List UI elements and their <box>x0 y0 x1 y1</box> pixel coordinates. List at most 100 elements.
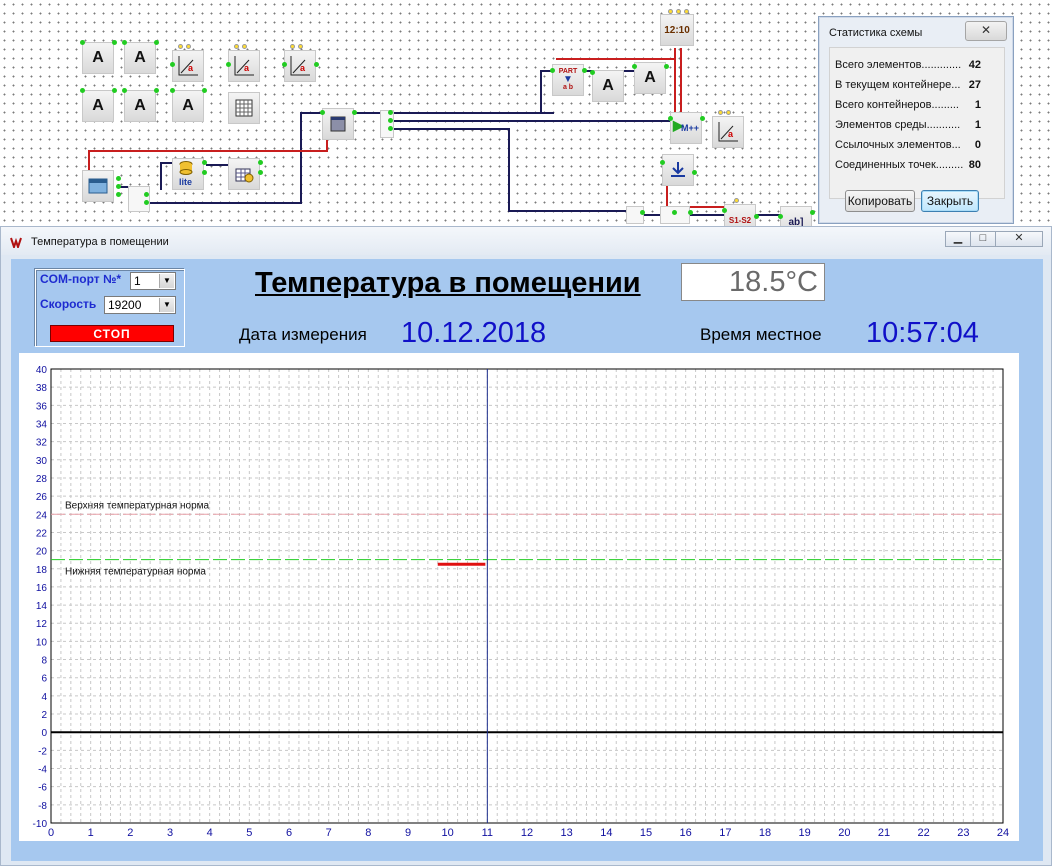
x-tick-label: 2 <box>127 827 133 839</box>
wire-red <box>680 48 682 114</box>
x-tick-label: 17 <box>719 827 731 839</box>
pin <box>640 210 645 215</box>
text-block[interactable]: A <box>634 62 666 94</box>
window-icon <box>88 178 108 194</box>
mpp-block[interactable]: ▶ M++ <box>670 112 702 144</box>
wire <box>206 164 228 166</box>
speed-select[interactable]: 19200 ▼ <box>104 296 176 314</box>
pin <box>112 40 117 45</box>
pin <box>632 64 637 69</box>
pin <box>170 62 175 67</box>
wire <box>540 70 542 114</box>
splitter-block[interactable] <box>626 206 644 224</box>
pin <box>672 210 677 215</box>
time-label: Время местное <box>700 325 822 344</box>
text-block[interactable]: A <box>82 90 114 122</box>
text-block[interactable]: A <box>124 90 156 122</box>
pin <box>298 44 303 49</box>
y-tick-label: 14 <box>36 601 48 612</box>
database-icon <box>179 161 193 175</box>
y-tick-label: -2 <box>38 746 47 757</box>
y-tick-label: 28 <box>36 474 48 485</box>
y-tick-label: 32 <box>36 438 48 449</box>
pin <box>810 210 815 215</box>
wire-red <box>88 150 328 152</box>
wire <box>160 162 162 190</box>
stat-value: 42 <box>968 59 981 71</box>
window-titlebar[interactable]: Температура в помещении ▁ □ ✕ <box>1 227 1051 255</box>
text-block[interactable]: A <box>592 70 624 102</box>
pin <box>718 110 723 115</box>
minimize-icon[interactable]: ▁ <box>945 231 971 247</box>
graph-icon: a <box>234 56 254 76</box>
close-button[interactable]: Закрыть <box>921 190 979 212</box>
stat-value: 1 <box>974 119 981 131</box>
splitter-block[interactable] <box>660 206 690 224</box>
container-block[interactable] <box>322 108 354 140</box>
com-port-label: COM-порт №* <box>40 272 121 286</box>
compare-label: S1-S2 <box>728 215 752 225</box>
stat-value: 1 <box>974 99 981 111</box>
x-tick-label: 21 <box>878 827 890 839</box>
schema-stats-dialog: Статистика схемы ✕ Всего элементов......… <box>818 16 1014 224</box>
dialog-close-icon[interactable]: ✕ <box>965 21 1007 41</box>
copy-button[interactable]: Копировать <box>845 190 915 212</box>
y-tick-label: -10 <box>33 819 48 830</box>
download-block[interactable] <box>662 154 694 186</box>
y-tick-label: 36 <box>36 401 48 412</box>
text-block[interactable]: A <box>82 42 114 74</box>
wire <box>508 210 634 212</box>
pin <box>754 214 759 219</box>
db-table-icon <box>235 168 254 183</box>
pin <box>550 68 555 73</box>
splitter-block[interactable] <box>128 186 150 212</box>
stat-label: Всего контейнеров......... <box>835 99 959 111</box>
maximize-icon[interactable]: □ <box>970 231 996 247</box>
x-tick-label: 6 <box>286 827 292 839</box>
svg-text:a: a <box>244 63 250 73</box>
x-tick-label: 3 <box>167 827 173 839</box>
part-sub-label: a b <box>562 84 574 91</box>
graph-block[interactable]: a <box>284 50 316 82</box>
pin <box>388 118 393 123</box>
chevron-down-icon[interactable]: ▼ <box>159 274 174 288</box>
pin <box>122 88 127 93</box>
wire <box>394 120 670 122</box>
wire-red <box>326 138 328 152</box>
pin <box>144 192 149 197</box>
stat-row: Всего контейнеров......... 1 <box>835 99 995 111</box>
y-tick-label: 22 <box>36 528 48 539</box>
pin <box>80 40 85 45</box>
table-block[interactable] <box>228 92 260 124</box>
y-tick-label: 12 <box>36 619 48 630</box>
graph-block[interactable]: a <box>228 50 260 82</box>
chart-svg: Верхняя температурная норма Нижняя темпер… <box>33 365 1010 839</box>
text-block-label: A <box>182 97 194 114</box>
graph-block[interactable]: a <box>712 116 744 148</box>
svg-text:a: a <box>728 129 734 139</box>
date-value: 10.12.2018 <box>401 317 547 349</box>
com-port-select[interactable]: 1 ▼ <box>130 272 176 290</box>
x-tick-label: 24 <box>997 827 1009 839</box>
window-block[interactable] <box>82 170 114 202</box>
sqlite-label: lite <box>179 177 193 187</box>
db-table-block[interactable] <box>228 158 260 190</box>
page-title: Температура в помещении <box>255 267 641 299</box>
x-tick-label: 11 <box>482 827 493 839</box>
part-block[interactable]: PART ▼ a b <box>552 64 584 96</box>
x-tick-label: 10 <box>442 827 454 839</box>
close-window-icon[interactable]: ✕ <box>995 231 1043 247</box>
chevron-down-icon[interactable]: ▼ <box>159 298 174 312</box>
wire-red <box>556 58 676 60</box>
clock-block[interactable]: 12:10 <box>660 14 694 46</box>
stop-button[interactable]: СТОП <box>50 325 174 342</box>
graph-block[interactable]: a <box>172 50 204 82</box>
stat-row: Всего элементов............. 42 <box>835 59 995 71</box>
y-tick-label: 20 <box>36 547 48 558</box>
stat-label: Ссылочных элементов... <box>835 139 961 151</box>
text-block[interactable]: A <box>124 42 156 74</box>
wire-red <box>666 186 668 208</box>
text-block[interactable]: A <box>172 90 204 122</box>
pin <box>234 44 239 49</box>
sqlite-block[interactable]: lite <box>172 158 204 190</box>
